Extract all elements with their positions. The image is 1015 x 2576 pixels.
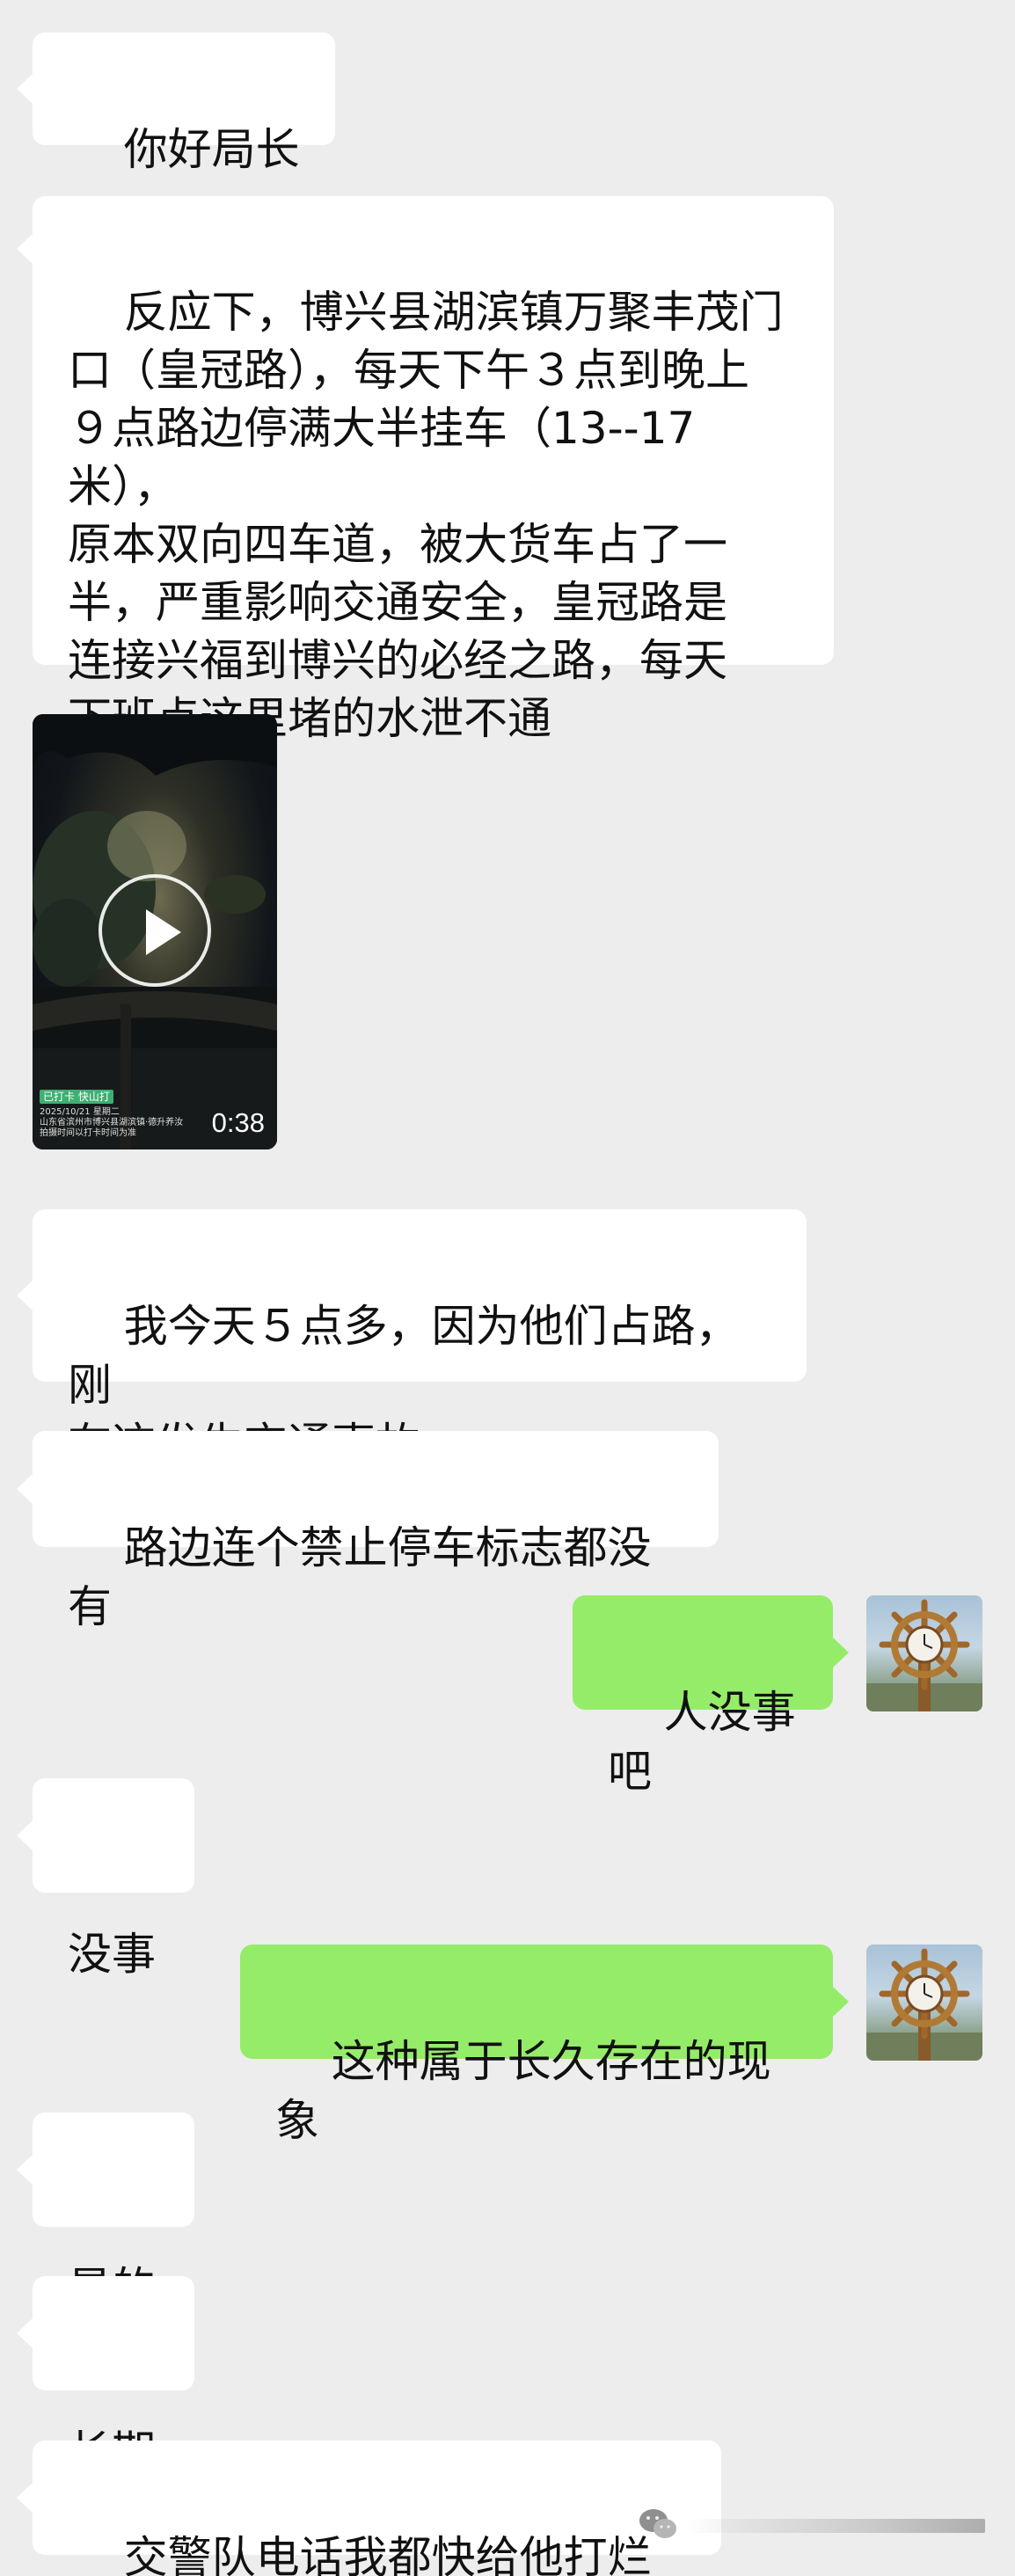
video-meta-location: 山东省滨州市博兴县湖滨镇·德升养汝 [40, 1118, 184, 1127]
message-bubble-incoming[interactable]: 路边连个禁止停车标志都没有 [17, 1431, 719, 1632]
video-meta-date: 2025/10/21 星期二 [40, 1107, 120, 1117]
message-bubble-incoming[interactable]: 交警队电话我都快给他打烂了 [17, 2441, 721, 2576]
video-message[interactable]: 已打卡 快山打 2025/10/21 星期二 山东省滨州市博兴县湖滨镇·德升养汝… [33, 714, 277, 1149]
message-text: 没事 [68, 1929, 156, 1980]
message-text: 交警队电话我都快给他打烂了 [123, 2532, 652, 2576]
message-bubble-incoming[interactable]: 反应下，博兴县湖滨镇万聚丰茂门 口（皇冠路），每天下午３点到晚上 ９点路边停满大… [17, 196, 834, 744]
message-text: 人没事吧 [608, 1687, 796, 1797]
chat-conversation: 你好局长 反应下，博兴县湖滨镇万聚丰茂门 口（皇冠路），每天下午３点到晚上 ９点… [0, 0, 1015, 2576]
message-text: 这种属于长久存在的现象 [275, 2036, 771, 2146]
message-text: 路边连个禁止停车标志都没有 [68, 1522, 652, 1632]
watermark [638, 2507, 989, 2545]
play-button[interactable] [99, 874, 211, 987]
message-bubble-incoming[interactable]: 长期 [17, 2276, 194, 2477]
message-text: 你好局长 [123, 124, 300, 175]
message-bubble-incoming[interactable]: 你好局长 [17, 33, 335, 175]
message-bubble-incoming[interactable]: 是的 [17, 2113, 194, 2314]
video-meta: 2025/10/21 星期二 山东省滨州市博兴县湖滨镇·德升养汝 拍摄时间以打卡… [40, 1107, 198, 1139]
wechat-icon [639, 2509, 676, 2538]
video-meta-note: 拍摄时间以打卡时间为准 [40, 1128, 136, 1138]
video-duration: 0:38 [211, 1107, 265, 1138]
watermark-bar [686, 2519, 985, 2533]
message-text: 反应下，博兴县湖滨镇万聚丰茂门 口（皇冠路），每天下午３点到晚上 ９点路边停满大… [68, 287, 784, 744]
message-bubble-outgoing[interactable]: 这种属于长久存在的现象 [240, 1945, 849, 2146]
ship-wheel-clock-icon [866, 1948, 982, 2061]
message-bubble-outgoing[interactable]: 人没事吧 [573, 1595, 849, 1797]
message-bubble-incoming[interactable]: 我今天５点多，因为他们占路，刚 在这发生交通事故 [17, 1209, 807, 1470]
play-icon [146, 909, 181, 955]
avatar[interactable] [866, 1945, 982, 2061]
video-badge: 已打卡 快山打 [40, 1090, 113, 1104]
avatar[interactable] [866, 1595, 982, 1711]
message-bubble-incoming[interactable]: 没事 [17, 1778, 194, 1980]
ship-wheel-clock-icon [866, 1599, 982, 1711]
